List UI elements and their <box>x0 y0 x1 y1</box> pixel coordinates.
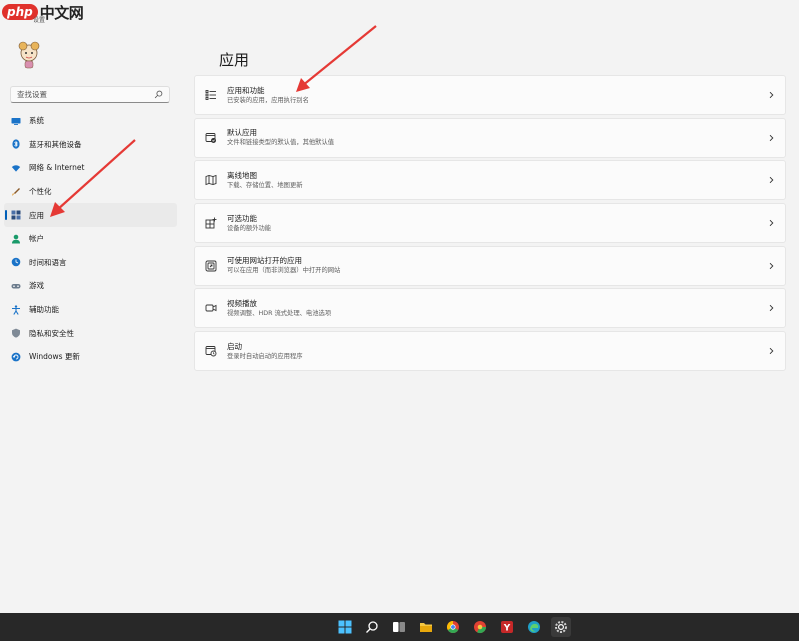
sidebar-item-time-language[interactable]: 时间和语言 <box>4 251 177 275</box>
sidebar-item-accounts[interactable]: 帐户 <box>4 227 177 251</box>
accessibility-icon <box>11 304 21 315</box>
chevron-right-icon <box>769 134 774 141</box>
sidebar-item-label: 帐户 <box>29 234 44 244</box>
card-subtitle: 视频调整、HDR 流式处理、电池选项 <box>227 309 332 317</box>
card-subtitle: 可以在应用（而非浏览器）中打开的网站 <box>227 267 341 275</box>
card-subtitle: 登录时自动启动的应用程序 <box>227 352 303 360</box>
default-app-icon <box>205 132 217 144</box>
sidebar-item-bluetooth[interactable]: 蓝牙和其他设备 <box>4 133 177 157</box>
card-title: 可使用网站打开的应用 <box>227 256 302 266</box>
chevron-right-icon <box>769 91 774 99</box>
sidebar-item-label: 应用 <box>29 210 44 220</box>
avatar[interactable] <box>14 40 44 70</box>
update-icon <box>11 352 21 362</box>
card-title: 应用和功能 <box>227 85 265 95</box>
globe-clock-icon <box>11 257 21 267</box>
card-subtitle: 设备的额外功能 <box>227 224 272 232</box>
wifi-icon <box>11 163 21 173</box>
sidebar-item-apps[interactable]: 应用 <box>4 203 177 227</box>
sidebar-item-privacy[interactable]: 隐私和安全性 <box>4 321 177 345</box>
chevron-right-icon <box>769 177 774 184</box>
add-feature-icon <box>205 217 217 229</box>
card-subtitle: 下载、存储位置、地图更新 <box>227 181 303 189</box>
sidebar-item-windows-update[interactable]: Windows 更新 <box>4 345 177 369</box>
shield-icon <box>11 328 21 338</box>
sidebar-item-personalization[interactable]: 个性化 <box>4 180 177 204</box>
monitor-icon <box>11 116 21 126</box>
web-app-icon <box>205 260 217 272</box>
person-icon <box>11 234 21 244</box>
svg-text:Y: Y <box>502 624 510 634</box>
sidebar-item-gaming[interactable]: 游戏 <box>4 274 177 298</box>
card-subtitle: 文件和链接类型的默认值，其他默认值 <box>227 139 335 147</box>
sidebar-item-label: 辅助功能 <box>29 305 59 315</box>
task-view-icon[interactable] <box>389 617 409 637</box>
search-icon[interactable] <box>362 617 382 637</box>
page-title: 应用 <box>219 51 250 69</box>
file-explorer-icon[interactable] <box>416 617 436 637</box>
card-title: 离线地图 <box>227 170 257 180</box>
brush-icon <box>11 187 21 197</box>
edge-icon[interactable] <box>524 617 544 637</box>
sidebar-item-label: 蓝牙和其他设备 <box>29 139 82 149</box>
start-icon[interactable] <box>335 617 355 637</box>
card-title: 视频播放 <box>227 298 257 308</box>
sidebar-item-label: 系统 <box>29 116 44 126</box>
search-placeholder: 查找设置 <box>17 90 47 99</box>
sidebar-item-system[interactable]: 系统 <box>4 109 177 133</box>
card-optional-features[interactable]: 可选功能 设备的额外功能 <box>194 203 786 244</box>
list-icon <box>205 89 217 101</box>
settings-card-list: 应用和功能 已安装的应用，应用执行别名 默认应用 文件和链接类型的默认值，其他默… <box>194 75 786 374</box>
card-startup[interactable]: 启动 登录时自动启动的应用程序 <box>194 331 786 372</box>
card-video-playback[interactable]: 视频播放 视频调整、HDR 流式处理、电池选项 <box>194 288 786 329</box>
card-title: 可选功能 <box>227 213 257 223</box>
watermark-site: 中文网 <box>39 3 84 22</box>
sidebar-item-label: 隐私和安全性 <box>29 328 74 338</box>
window-title: 设置 <box>33 17 46 24</box>
sidebar-item-accessibility[interactable]: 辅助功能 <box>4 298 177 322</box>
chevron-right-icon <box>769 262 774 269</box>
sidebar-item-label: 个性化 <box>29 187 52 197</box>
gamepad-icon <box>11 281 21 291</box>
card-apps-for-websites[interactable]: 可使用网站打开的应用 可以在应用（而非浏览器）中打开的网站 <box>194 245 786 286</box>
video-icon <box>205 302 217 314</box>
sidebar-nav: 系统 蓝牙和其他设备 网络 & Internet 个性化 应用 帐户 时间和语言… <box>4 109 177 369</box>
taskbar: Y <box>0 613 799 641</box>
sidebar-item-label: 网络 & Internet <box>29 163 85 173</box>
app-icon[interactable]: Y <box>497 617 517 637</box>
card-title: 启动 <box>227 341 242 351</box>
chrome-icon[interactable] <box>443 617 463 637</box>
card-offline-maps[interactable]: 离线地图 下载、存储位置、地图更新 <box>194 160 786 201</box>
card-default-apps[interactable]: 默认应用 文件和链接类型的默认值，其他默认值 <box>194 117 786 158</box>
card-title: 默认应用 <box>227 128 257 138</box>
chevron-right-icon <box>769 219 774 227</box>
card-subtitle: 已安装的应用，应用执行别名 <box>227 96 309 104</box>
startup-icon <box>205 345 217 357</box>
chevron-right-icon <box>769 305 774 312</box>
search-icon <box>154 90 163 99</box>
apps-icon <box>11 210 21 220</box>
chevron-right-icon <box>769 348 774 355</box>
sidebar-item-label: Windows 更新 <box>29 352 80 362</box>
sidebar-item-network[interactable]: 网络 & Internet <box>4 156 177 180</box>
sidebar-item-label: 时间和语言 <box>29 257 67 267</box>
sidebar-item-label: 游戏 <box>29 281 44 291</box>
card-apps-features[interactable]: 应用和功能 已安装的应用，应用执行别名 <box>194 75 786 115</box>
map-icon <box>205 174 217 186</box>
settings-icon[interactable] <box>550 617 571 637</box>
browser-icon[interactable] <box>470 617 490 637</box>
bluetooth-icon <box>11 139 21 149</box>
search-input[interactable]: 查找设置 <box>10 86 170 103</box>
